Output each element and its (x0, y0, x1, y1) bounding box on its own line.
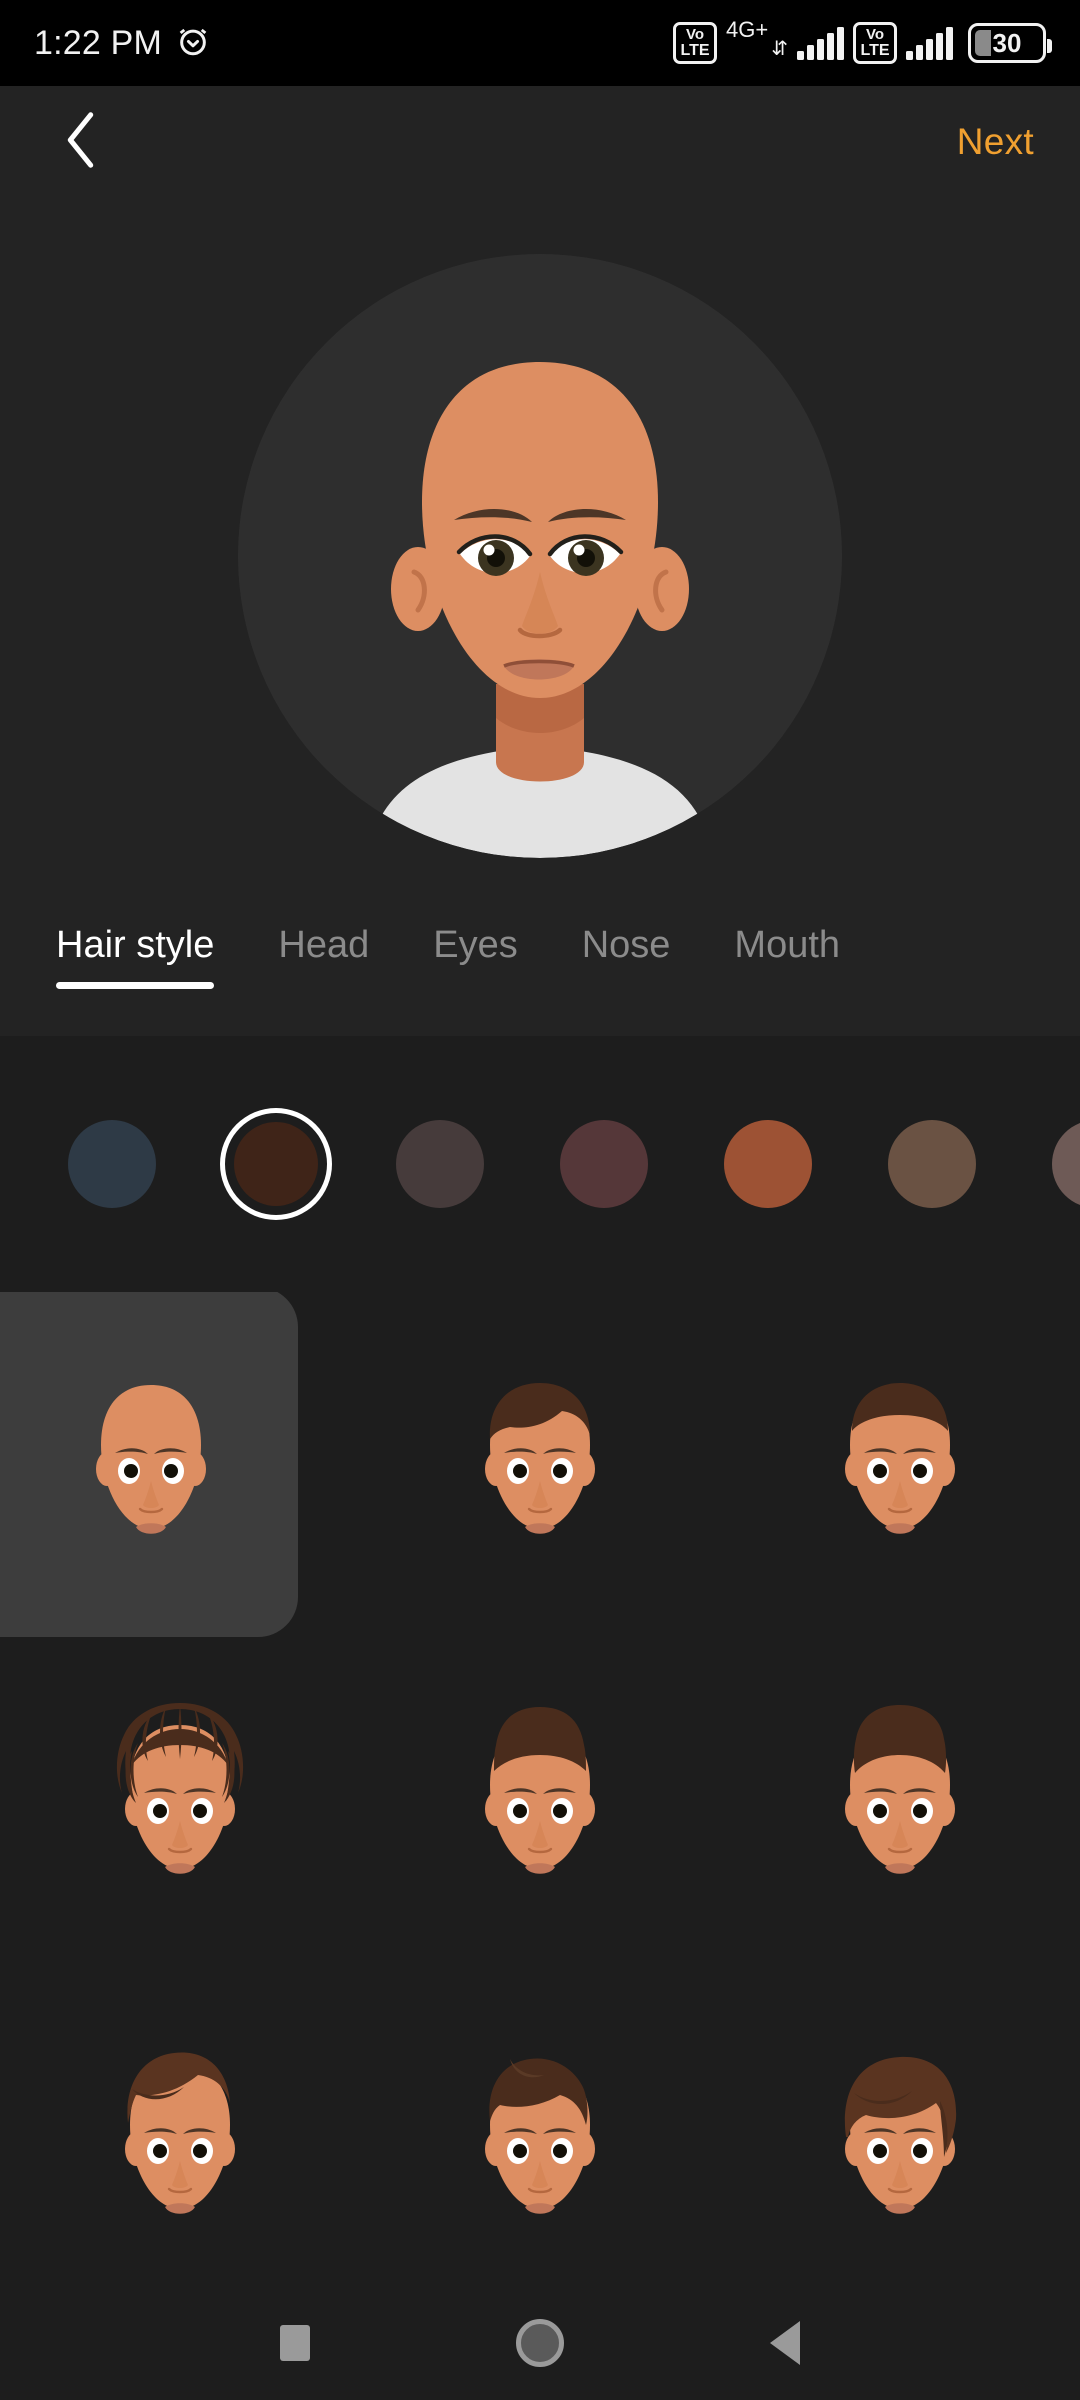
grid-row (0, 1632, 1080, 1972)
home-circle-icon[interactable] (516, 2319, 564, 2367)
tab-head[interactable]: Head (278, 908, 369, 967)
hair-color-option[interactable] (384, 1108, 496, 1220)
next-button[interactable]: Next (957, 121, 1034, 163)
hair-color-swatch (396, 1120, 484, 1208)
hair-style-grid[interactable] (0, 1292, 1080, 2292)
tab-nose[interactable]: Nose (582, 908, 671, 967)
hair-color-strip[interactable] (0, 1036, 1080, 1292)
avatar-preview (238, 254, 842, 858)
alarm-clock-icon (176, 24, 210, 63)
hair-color-option[interactable] (56, 1108, 168, 1220)
app-header: Next (0, 86, 1080, 198)
hair-style-option-dreadlocks[interactable] (0, 1632, 360, 1972)
hair-style-thumbnail (440, 2027, 640, 2257)
hair-color-option[interactable] (1040, 1108, 1080, 1220)
data-transfer-icon: ⇵ (771, 38, 788, 60)
hair-style-thumbnail (440, 1347, 640, 1577)
back-triangle-icon[interactable] (770, 2321, 800, 2365)
grid-row (0, 1292, 1080, 1637)
hair-color-swatch (1052, 1120, 1080, 1208)
hair-style-option-short-crop-fade[interactable] (720, 1292, 1080, 1632)
hair-style-thumbnail (440, 1687, 640, 1917)
hair-style-option-high-top-fade[interactable] (360, 1632, 720, 1972)
volte-sim1-icon: Vo LTE (673, 22, 718, 64)
back-button[interactable] (46, 107, 116, 177)
hair-color-swatch (560, 1120, 648, 1208)
hair-style-option-shaggy-layered[interactable] (720, 1972, 1080, 2292)
status-bar: 1:22 PM Vo LTE 4G+ ⇵ Vo LTE 30 (0, 0, 1080, 86)
signal-strength-sim1-icon (797, 26, 844, 60)
signal-strength-sim2-icon (906, 26, 953, 60)
tab-eyes[interactable]: Eyes (433, 908, 517, 967)
hair-style-thumbnail (80, 2027, 280, 2257)
feature-tabs: Hair style Head Eyes Nose Mouth (0, 908, 1080, 1036)
hair-color-swatch (724, 1120, 812, 1208)
chevron-left-icon (57, 109, 105, 176)
hair-style-thumbnail (800, 2027, 1000, 2257)
hair-style-thumbnail (800, 1347, 1000, 1577)
hair-color-swatch (234, 1122, 318, 1206)
battery-level-label: 30 (992, 27, 1022, 58)
hair-color-swatch (888, 1120, 976, 1208)
android-nav-bar (0, 2286, 1080, 2400)
recents-square-icon[interactable] (280, 2325, 310, 2361)
hair-style-option-short-wavy[interactable] (360, 1292, 720, 1632)
hair-color-swatch (68, 1120, 156, 1208)
battery-icon: 30 (968, 23, 1052, 63)
hair-style-thumbnail (800, 1687, 1000, 1917)
grid-row (0, 1972, 1080, 2292)
hair-style-option-textured-pompadour[interactable] (360, 1972, 720, 2292)
network-type-label: 4G+ (726, 17, 769, 42)
tab-hair-style[interactable]: Hair style (56, 908, 215, 989)
hair-color-option-selected[interactable] (220, 1108, 332, 1220)
hair-style-option-bald[interactable] (0, 1292, 360, 1637)
hair-color-option[interactable] (876, 1108, 988, 1220)
avatar-preview-section (0, 198, 1080, 1016)
status-bar-right: Vo LTE 4G+ ⇵ Vo LTE 30 (673, 17, 1052, 64)
hair-style-thumbnail (51, 1347, 251, 1577)
status-time: 1:22 PM (34, 23, 163, 62)
hair-style-thumbnail (80, 1687, 280, 1917)
hair-style-option-flat-top-fade[interactable] (720, 1632, 1080, 1972)
status-bar-left: 1:22 PM (34, 24, 210, 63)
tab-mouth[interactable]: Mouth (734, 908, 840, 967)
hair-color-option[interactable] (548, 1108, 660, 1220)
volte-sim2-icon: Vo LTE (853, 22, 897, 64)
hair-color-option[interactable] (712, 1108, 824, 1220)
hair-style-option-side-swept-quiff[interactable] (0, 1972, 360, 2292)
